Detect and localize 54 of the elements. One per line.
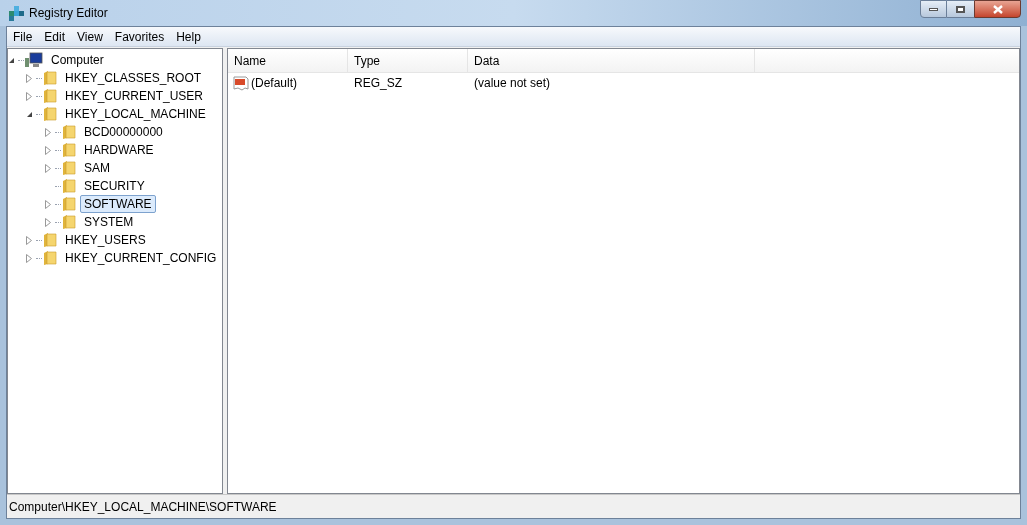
expand-arrow-icon[interactable] <box>45 145 51 155</box>
tree-item[interactable]: HKEY_CURRENT_USER <box>61 87 208 105</box>
expand-arrow-icon[interactable] <box>26 235 32 245</box>
table-cell: (value not set) <box>474 76 551 90</box>
folder-icon <box>43 232 57 248</box>
tree-item[interactable]: SECURITY <box>80 177 149 195</box>
computer-icon <box>25 52 43 68</box>
menu-item[interactable]: Edit <box>38 27 72 46</box>
collapse-arrow-icon[interactable] <box>8 56 15 64</box>
expand-arrow-icon[interactable] <box>45 163 51 173</box>
table-cell-text: (Default) <box>251 75 297 92</box>
window-title: Registry Editor <box>29 5 108 22</box>
expand-arrow-icon[interactable] <box>26 91 32 101</box>
folder-icon <box>43 106 57 122</box>
string-value-icon <box>233 75 249 91</box>
maximize-button[interactable] <box>947 0 974 18</box>
folder-icon <box>62 214 76 230</box>
registry-app-icon <box>7 4 25 22</box>
tree-item[interactable]: HKEY_CLASSES_ROOT <box>61 69 206 87</box>
close-button[interactable] <box>974 0 1021 18</box>
menu-item[interactable]: File <box>7 27 39 46</box>
status-text: Computer\HKEY_LOCAL_MACHINE\SOFTWARE <box>9 498 277 516</box>
folder-icon <box>43 88 57 104</box>
column-header[interactable]: Type <box>348 49 468 72</box>
tree-item[interactable]: HKEY_LOCAL_MACHINE <box>61 105 210 123</box>
folder-icon <box>62 196 76 212</box>
tree-item[interactable]: BCD00000000 <box>80 123 167 141</box>
minimize-button[interactable] <box>920 0 947 18</box>
column-header[interactable]: Name <box>228 49 348 72</box>
folder-icon <box>62 160 76 176</box>
folder-icon <box>43 70 57 86</box>
expand-arrow-icon[interactable] <box>45 217 51 227</box>
menu-item[interactable]: Favorites <box>108 27 171 46</box>
folder-icon <box>62 124 76 140</box>
expand-arrow-icon[interactable] <box>45 199 51 209</box>
expand-arrow-icon[interactable] <box>26 253 32 263</box>
folder-icon <box>62 178 76 194</box>
tree-item[interactable]: SYSTEM <box>80 213 138 231</box>
collapse-arrow-icon[interactable] <box>26 110 33 118</box>
folder-icon <box>43 250 57 266</box>
tree-item[interactable]: SOFTWARE <box>80 195 156 213</box>
tree-item[interactable]: Computer <box>47 51 108 69</box>
menu-item[interactable]: Help <box>170 27 207 46</box>
expand-arrow-icon[interactable] <box>45 127 51 137</box>
expand-arrow-icon[interactable] <box>26 73 32 83</box>
tree-item[interactable]: HARDWARE <box>80 141 158 159</box>
menu-item[interactable]: View <box>71 27 109 46</box>
tree-item[interactable]: HKEY_CURRENT_CONFIG <box>61 249 221 267</box>
folder-icon <box>62 142 76 158</box>
table-cell: REG_SZ <box>354 76 402 90</box>
column-header[interactable]: Data <box>468 49 755 72</box>
close-icon <box>992 4 1003 14</box>
tree-item[interactable]: HKEY_USERS <box>61 231 150 249</box>
tree-item[interactable]: SAM <box>80 159 114 177</box>
